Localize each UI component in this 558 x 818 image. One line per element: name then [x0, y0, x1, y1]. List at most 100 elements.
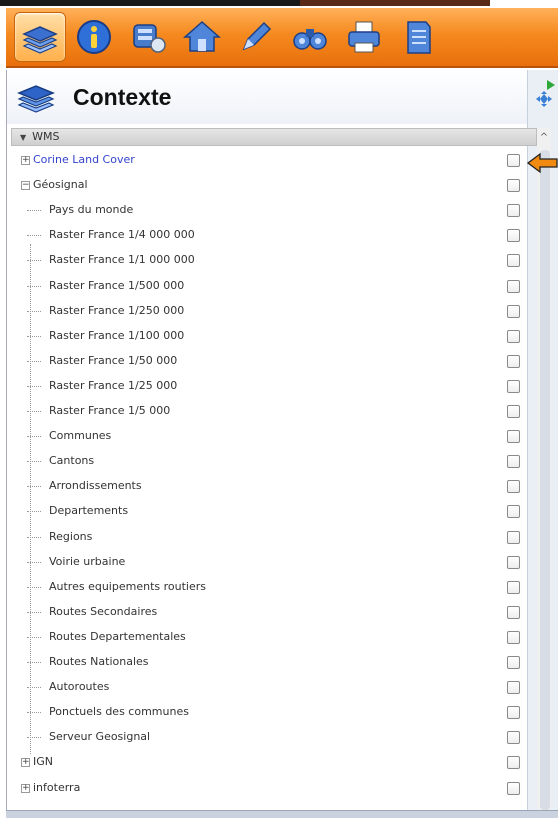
layer-checkbox[interactable]: [507, 706, 520, 720]
layer-checkbox[interactable]: [507, 656, 520, 669]
tree-row[interactable]: − Géosignal: [11, 173, 531, 198]
tree-row[interactable]: + IGN: [11, 750, 531, 775]
layer-label[interactable]: Corine Land Cover: [33, 153, 135, 166]
layer-checkbox[interactable]: [507, 229, 520, 243]
layer-label[interactable]: IGN: [33, 755, 53, 768]
tree-row[interactable]: + infoterra: [11, 776, 531, 801]
layer-checkbox[interactable]: [507, 354, 520, 368]
layer-label[interactable]: Raster France 1/50 000: [49, 354, 177, 367]
tree-row[interactable]: Raster France 1/25 000: [11, 374, 531, 399]
layer-label[interactable]: Voirie urbaine: [49, 555, 125, 568]
info-button[interactable]: [68, 12, 120, 62]
layer-checkbox[interactable]: [507, 405, 520, 418]
layer-label[interactable]: Routes Secondaires: [49, 605, 157, 618]
layer-checkbox[interactable]: [507, 756, 520, 770]
layers-button[interactable]: [14, 12, 66, 62]
tree-row[interactable]: Pays du monde: [11, 198, 531, 223]
expand-icon[interactable]: +: [21, 758, 30, 768]
layer-checkbox[interactable]: [507, 731, 520, 745]
layer-checkbox[interactable]: [507, 681, 520, 695]
layer-checkbox[interactable]: [507, 781, 520, 795]
layer-checkbox[interactable]: [507, 580, 520, 594]
layer-label[interactable]: Raster France 1/5 000: [49, 404, 170, 417]
expand-icon[interactable]: +: [21, 156, 30, 165]
tree-row[interactable]: Departements: [11, 499, 531, 524]
collapse-arrow-icon[interactable]: ▼: [20, 133, 26, 142]
layer-label[interactable]: Raster France 1/1 000 000: [49, 253, 195, 266]
layer-label[interactable]: Raster France 1/500 000: [49, 279, 184, 292]
layer-checkbox[interactable]: [507, 279, 520, 293]
tree-row[interactable]: Autres equipements routiers: [11, 575, 531, 600]
tree-row[interactable]: Arrondissements: [11, 474, 531, 499]
layer-label[interactable]: infoterra: [33, 781, 80, 794]
layer-checkbox[interactable]: [507, 304, 520, 318]
document-button[interactable]: [392, 12, 444, 62]
layer-label[interactable]: Pays du monde: [49, 203, 133, 216]
layer-checkbox[interactable]: [507, 179, 520, 193]
layer-checkbox[interactable]: [507, 505, 520, 519]
layer-checkbox[interactable]: [507, 530, 520, 544]
layer-label[interactable]: Serveur Geosignal: [49, 730, 150, 743]
tree-row[interactable]: Raster France 1/250 000: [11, 299, 531, 324]
layer-label[interactable]: Routes Departementales: [49, 630, 186, 643]
layer-label[interactable]: Communes: [49, 429, 111, 442]
layer-label[interactable]: Arrondissements: [49, 479, 142, 492]
layer-checkbox[interactable]: [507, 555, 520, 569]
layer-label[interactable]: Géosignal: [33, 178, 88, 191]
navigation-icon[interactable]: [531, 78, 557, 112]
tree-row[interactable]: Serveur Geosignal: [11, 725, 531, 750]
layer-checkbox[interactable]: [507, 605, 520, 619]
layer-checkbox[interactable]: [507, 254, 520, 268]
layer-checkbox[interactable]: [507, 630, 520, 644]
tree-row[interactable]: + Corine Land Cover: [11, 148, 531, 173]
tree-row[interactable]: Regions: [11, 525, 531, 550]
tree-row[interactable]: Cantons: [11, 449, 531, 474]
layer-checkbox[interactable]: [507, 329, 520, 343]
context-panel: Contexte ▼ WMS + Corine Land Cover − Géosign…: [6, 70, 558, 818]
layer-label[interactable]: Raster France 1/4 000 000: [49, 228, 195, 241]
layer-checkbox[interactable]: [507, 430, 520, 444]
layer-label[interactable]: Raster France 1/25 000: [49, 379, 177, 392]
database-button[interactable]: [122, 12, 174, 62]
tree-branch-line: [27, 411, 41, 412]
layer-checkbox[interactable]: [507, 204, 520, 218]
tree-row[interactable]: Raster France 1/4 000 000: [11, 223, 531, 248]
layer-label[interactable]: Cantons: [49, 454, 94, 467]
tree-row[interactable]: Routes Departementales: [11, 625, 531, 650]
tree-row[interactable]: Ponctuels des communes: [11, 700, 531, 725]
tree-row[interactable]: Communes: [11, 424, 531, 449]
tree-row[interactable]: Routes Secondaires: [11, 600, 531, 625]
tree-row[interactable]: Autoroutes: [11, 675, 531, 700]
scrollbar-thumb[interactable]: [540, 150, 550, 810]
layer-label[interactable]: Departements: [49, 504, 128, 517]
section-header-wms[interactable]: ▼ WMS: [11, 128, 537, 146]
edit-button[interactable]: [230, 12, 282, 62]
collapse-icon[interactable]: −: [21, 181, 30, 191]
tree-row[interactable]: Raster France 1/1 000 000: [11, 248, 531, 273]
layer-label[interactable]: Ponctuels des communes: [49, 705, 189, 718]
search-button[interactable]: [284, 12, 336, 62]
expand-icon[interactable]: +: [21, 783, 30, 793]
tree-row[interactable]: Routes Nationales: [11, 650, 531, 675]
tree-row[interactable]: Raster France 1/100 000: [11, 324, 531, 349]
layer-checkbox[interactable]: [507, 455, 520, 469]
tree-row[interactable]: Raster France 1/500 000: [11, 274, 531, 299]
layer-label[interactable]: Regions: [49, 530, 92, 543]
home-button[interactable]: [176, 12, 228, 62]
layer-checkbox[interactable]: [507, 480, 520, 494]
layer-checkbox[interactable]: [507, 154, 520, 167]
layer-checkbox[interactable]: [507, 379, 520, 393]
layer-label[interactable]: Autoroutes: [49, 680, 109, 693]
scroll-up-icon[interactable]: ^: [537, 132, 551, 146]
tree-branch-line: [27, 335, 41, 337]
tree-row[interactable]: Raster France 1/50 000: [11, 349, 531, 374]
layer-label[interactable]: Raster France 1/100 000: [49, 329, 184, 342]
layer-label[interactable]: Raster France 1/250 000: [49, 304, 184, 317]
pen-icon: [242, 21, 272, 51]
tree-row[interactable]: Raster France 1/5 000: [11, 399, 531, 424]
tree-row[interactable]: Voirie urbaine: [11, 550, 531, 575]
tree-branch-line: [27, 561, 41, 563]
layer-label[interactable]: Routes Nationales: [49, 655, 149, 668]
print-button[interactable]: [338, 12, 390, 62]
layer-label[interactable]: Autres equipements routiers: [49, 580, 206, 593]
